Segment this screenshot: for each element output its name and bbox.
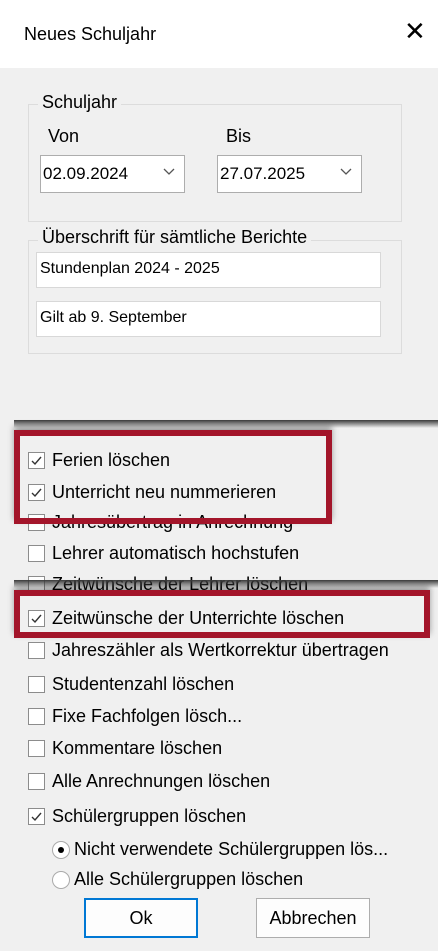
checkbox[interactable] — [28, 610, 45, 627]
title-bar: Neues Schuljahr ✕ — [0, 0, 438, 68]
checkmark-icon — [31, 488, 42, 498]
checkbox[interactable] — [28, 773, 45, 790]
report-heading-line2-field[interactable]: Gilt ab 9. September — [36, 301, 381, 337]
cancel-button[interactable]: Abbrechen — [256, 898, 370, 938]
shadow-strip — [14, 420, 438, 428]
option-label: Unterricht neu nummerieren — [52, 482, 277, 502]
bis-date-picker[interactable]: 27.07.2025 — [217, 155, 362, 193]
checkmark-icon — [31, 812, 42, 822]
option-label: Kommentare löschen — [52, 738, 223, 758]
option-label: Zeitwünsche der Unterrichte löschen — [52, 608, 345, 628]
checkbox[interactable] — [28, 676, 45, 693]
berichte-legend: Überschrift für sämtliche Berichte — [38, 227, 312, 248]
radio-label: Alle Schülergruppen löschen — [74, 869, 304, 889]
checkbox[interactable] — [28, 708, 45, 725]
report-heading-line1-field[interactable]: Stundenplan 2024 - 2025 — [36, 252, 381, 288]
radio-button[interactable] — [52, 841, 70, 859]
option-label: Schülergruppen löschen — [52, 806, 247, 826]
radio-label: Nicht verwendete Schülergruppen lös... — [74, 839, 389, 859]
von-date-picker[interactable]: 02.09.2024 — [40, 155, 185, 193]
radio-button[interactable] — [52, 871, 70, 889]
chevron-down-icon — [340, 168, 352, 175]
chevron-down-icon — [163, 168, 175, 175]
option-label: Studentenzahl löschen — [52, 674, 235, 694]
checkbox[interactable] — [28, 808, 45, 825]
checkmark-icon — [31, 456, 42, 466]
report-heading-line1: Stundenplan 2024 - 2025 — [40, 260, 220, 277]
checkbox[interactable] — [28, 452, 45, 469]
von-date-value: 02.09.2024 — [43, 164, 129, 183]
ok-button[interactable]: Ok — [84, 898, 198, 938]
option-label: Ferien löschen — [52, 450, 171, 470]
dialog-title: Neues Schuljahr — [24, 24, 157, 44]
close-icon[interactable]: ✕ — [404, 18, 426, 44]
report-heading-line2: Gilt ab 9. September — [40, 309, 187, 326]
checkmark-icon — [31, 614, 42, 624]
checkbox[interactable] — [28, 514, 45, 531]
option-label: Lehrer automatisch hochstufen — [52, 543, 300, 563]
bis-label: Bis — [226, 126, 252, 146]
bis-date-value: 27.07.2025 — [220, 164, 306, 183]
checkbox[interactable] — [28, 740, 45, 757]
von-label: Von — [48, 126, 80, 146]
checkbox[interactable] — [28, 484, 45, 501]
shadow-strip — [14, 580, 438, 588]
option-label: Jahresübertrag in Anrechnung — [52, 512, 294, 532]
schuljahr-legend: Schuljahr — [38, 92, 122, 113]
option-label: Alle Anrechnungen löschen — [52, 771, 271, 791]
checkbox[interactable] — [28, 545, 45, 562]
option-label: Fixe Fachfolgen lösch... — [52, 706, 243, 726]
checkbox[interactable] — [28, 642, 45, 659]
option-label: Jahreszähler als Wertkorrektur übertrage… — [52, 640, 389, 660]
